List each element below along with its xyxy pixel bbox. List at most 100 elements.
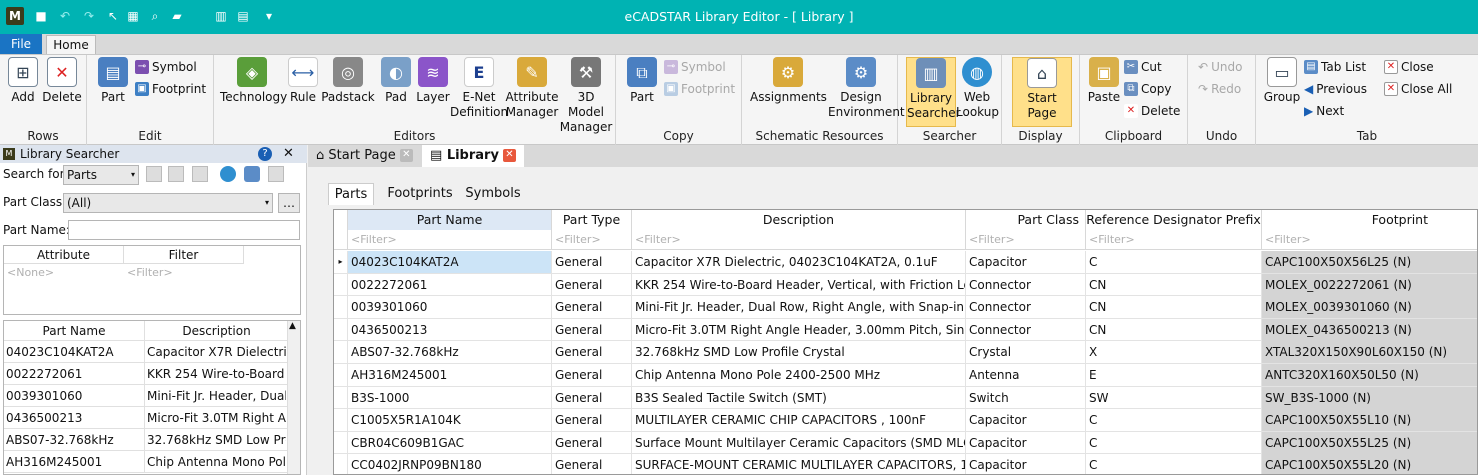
result-row[interactable]: 04023C104KAT2ACapacitor X7R Dielectric, … [4, 341, 288, 363]
table-row[interactable]: ABS07-32.768kHz General 32.768kHz SMD Low … [334, 341, 1477, 364]
description-cell[interactable]: SURFACE-MOUNT CERAMIC MULTILAYER CAPACIT… [632, 454, 966, 474]
results-part-name-header[interactable]: Part Name [6, 321, 142, 341]
row-selector[interactable] [334, 386, 348, 409]
row-selector[interactable]: ▸ [334, 251, 348, 273]
part-class-column-header[interactable]: Part Class [966, 210, 1086, 230]
part-class-cell[interactable]: Capacitor [966, 409, 1086, 432]
layer-button[interactable]: ≋ Layer [414, 57, 452, 105]
search-tool-3-icon[interactable] [192, 166, 208, 182]
description-cell[interactable]: Capacitor X7R Dielectric, 04023C104KAT2A… [632, 251, 966, 273]
results-scrollbar[interactable]: ▲ [287, 321, 300, 474]
part-type-cell[interactable]: General [552, 454, 632, 474]
tab-start-page[interactable]: ⌂ Start Page ✕ [308, 145, 416, 167]
enet-definition-button[interactable]: E E-Net Definition [450, 57, 508, 120]
next-button[interactable]: ▶ Next [1304, 103, 1344, 119]
copy-button[interactable]: ⧉ Copy [1124, 81, 1171, 97]
panel-close-icon[interactable]: ✕ [283, 145, 294, 163]
footprint-cell[interactable]: MOLEX_0436500213 (N) [1262, 318, 1477, 341]
ref-designator-column-header[interactable]: Reference Designator Prefix [1086, 210, 1262, 230]
assignments-button[interactable]: ⚙ Assignments [750, 57, 827, 105]
ref-designator-cell[interactable]: CN [1086, 296, 1262, 319]
part-class-cell[interactable]: Switch [966, 386, 1086, 409]
part-class-cell[interactable]: Antenna [966, 364, 1086, 386]
filter-description[interactable]: <Filter> [632, 230, 966, 250]
filter-footprint[interactable]: <Filter> [1262, 230, 1477, 250]
tab-list-button[interactable]: ▤ Tab List [1304, 59, 1366, 75]
subtab-symbols[interactable]: Symbols [460, 183, 526, 205]
search-tool-6-icon[interactable] [268, 166, 284, 182]
search-tool-2-icon[interactable] [168, 166, 184, 182]
design-environment-button[interactable]: ⚙ Design Environment [828, 57, 905, 120]
part-class-cell[interactable]: Crystal [966, 341, 1086, 364]
ref-designator-cell[interactable]: C [1086, 431, 1262, 454]
ref-designator-cell[interactable]: CN [1086, 318, 1262, 341]
description-column-header[interactable]: Description [632, 210, 966, 230]
start-page-button[interactable]: ⌂ Start Page [1012, 57, 1072, 127]
description-cell[interactable]: Mini-Fit Jr. Header, Dual Row, Right Ang… [632, 296, 966, 319]
row-selector[interactable] [334, 341, 348, 364]
table-row[interactable]: CC0402JRNP09BN180 General SURFACE-MOUNT CE… [334, 454, 1477, 474]
row-selector[interactable] [334, 296, 348, 319]
ref-designator-cell[interactable]: E [1086, 364, 1262, 386]
subtab-parts[interactable]: Parts [328, 183, 374, 205]
close-tab-icon[interactable]: ✕ [399, 149, 413, 162]
technology-button[interactable]: ◈ Technology [220, 57, 287, 105]
scroll-up-icon[interactable]: ▲ [289, 321, 296, 331]
attribute-manager-button[interactable]: ✎ Attribute Manager [504, 57, 560, 120]
part-class-cell[interactable]: Capacitor [966, 454, 1086, 474]
part-class-cell[interactable]: Connector [966, 318, 1086, 341]
table-row[interactable]: 0039301060 General Mini-Fit Jr. Header, Du… [334, 296, 1477, 319]
part-class-cell[interactable]: Connector [966, 296, 1086, 319]
result-row[interactable]: ABS07-32.768kHz 32.768kHz SMD Low Profi [4, 429, 288, 451]
part-class-select[interactable]: (All) ▾ [63, 193, 273, 213]
edit-footprint-button[interactable]: ▣ Footprint [135, 81, 206, 97]
part-name-cell[interactable]: CBR04C609B1GAC [348, 431, 552, 454]
cut-button[interactable]: ✂ Cut [1124, 59, 1162, 75]
part-type-cell[interactable]: General [552, 318, 632, 341]
footprint-cell[interactable]: CAPC100X50X55L20 (N) [1262, 454, 1477, 474]
close-tab-icon[interactable]: ✕ [502, 149, 516, 162]
row-selector[interactable] [334, 409, 348, 432]
globe-small-icon[interactable] [220, 166, 236, 182]
tab-home[interactable]: Home [46, 35, 96, 55]
padstack-button[interactable]: ◎ Padstack [320, 57, 376, 105]
part-class-cell[interactable]: Capacitor [966, 251, 1086, 273]
ref-designator-cell[interactable]: C [1086, 454, 1262, 474]
ref-designator-cell[interactable]: C [1086, 251, 1262, 273]
filter-placeholder[interactable]: <Filter> [127, 266, 173, 279]
edit-symbol-button[interactable]: ⊸ Symbol [135, 59, 197, 75]
rule-button[interactable]: ⟷ Rule [288, 57, 318, 105]
footprint-cell[interactable]: SW_B3S-1000 (N) [1262, 386, 1477, 409]
description-cell[interactable]: B3S Sealed Tactile Switch (SMT) [632, 386, 966, 409]
clipboard-delete-button[interactable]: ✕ Delete [1124, 103, 1180, 119]
part-type-cell[interactable]: General [552, 409, 632, 432]
footprint-column-header[interactable]: Footprint [1262, 210, 1477, 230]
tab-file[interactable]: File [0, 34, 42, 54]
pad-button[interactable]: ◐ Pad [378, 57, 414, 105]
filter-column-header[interactable]: Filter [124, 246, 244, 264]
web-lookup-button[interactable]: ◍ Web Lookup [956, 57, 999, 120]
footprint-cell[interactable]: CAPC100X50X56L25 (N) [1262, 251, 1477, 273]
results-description-header[interactable]: Description [144, 321, 286, 341]
part-class-cell[interactable]: Capacitor [966, 431, 1086, 454]
table-row[interactable]: B3S-1000 General B3S Sealed Tactile Switch… [334, 386, 1477, 410]
3d-model-manager-button[interactable]: ⚒ 3D Model Manager [558, 57, 614, 135]
footprint-cell[interactable]: MOLEX_0039301060 (N) [1262, 296, 1477, 319]
footprint-cell[interactable]: XTAL320X150X90L60X150 (N) [1262, 341, 1477, 364]
filter-part-class[interactable]: <Filter> [966, 230, 1086, 250]
result-row[interactable]: 0022272061 KKR 254 Wire-to-Board H [4, 363, 288, 385]
search-for-select[interactable]: Parts ▾ [63, 165, 139, 185]
part-name-cell[interactable]: 0436500213 [348, 318, 552, 341]
row-selector[interactable] [334, 454, 348, 474]
tab-library[interactable]: ▤ Library ✕ [422, 145, 524, 167]
part-name-cell[interactable]: 0022272061 [348, 273, 552, 296]
edit-part-button[interactable]: ▤ Part [95, 57, 131, 105]
group-button[interactable]: ▭ Group [1262, 57, 1302, 105]
delete-button[interactable]: ✕ Delete [42, 57, 82, 105]
ref-designator-cell[interactable]: X [1086, 341, 1262, 364]
part-type-cell[interactable]: General [552, 251, 632, 273]
table-row[interactable]: ▸ 04023C104KAT2A General Capacitor X7R Diel… [334, 251, 1477, 274]
part-name-cell[interactable]: CC0402JRNP09BN180 [348, 454, 552, 474]
filter-part-name[interactable]: <Filter> [348, 230, 552, 250]
footprint-cell[interactable]: ANTC320X160X50L50 (N) [1262, 364, 1477, 386]
